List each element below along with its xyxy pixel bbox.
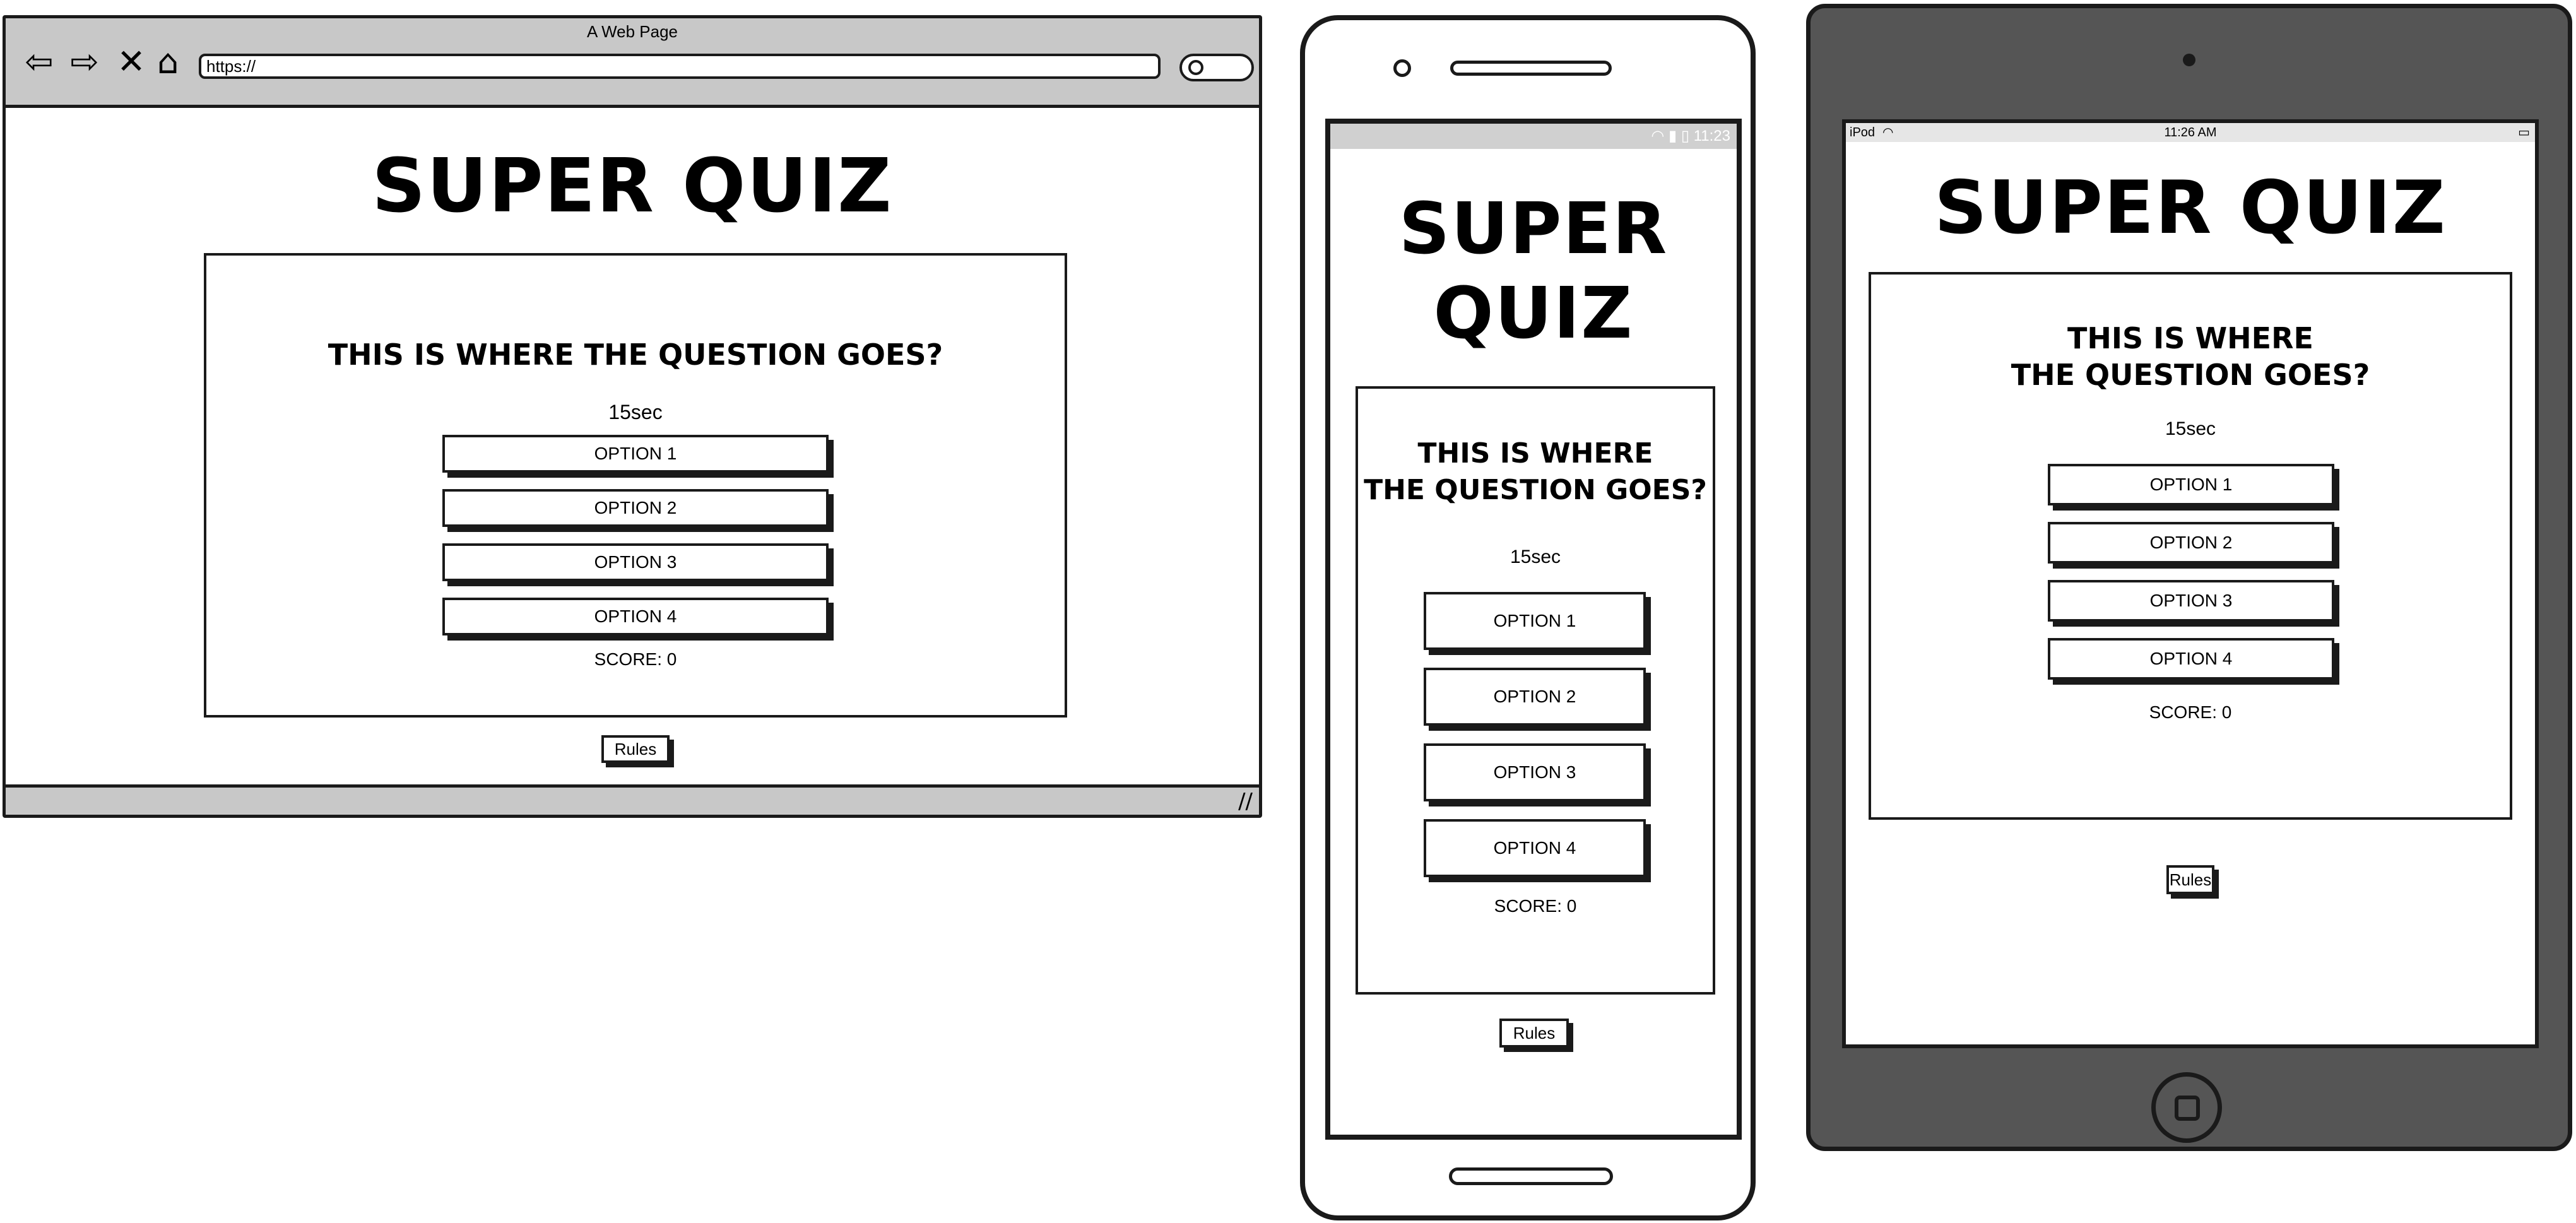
battery-icon: ▯ <box>1681 127 1690 145</box>
question-text-line-2: THE QUESTION GOES? <box>1364 474 1707 506</box>
score-text: SCORE: 0 <box>594 649 677 669</box>
status-time: 11:26 AM <box>2164 126 2217 139</box>
search-button[interactable] <box>1179 54 1254 81</box>
page-title-line-1: SUPER <box>1398 188 1669 270</box>
option-button-1[interactable]: OPTION 1 <box>1424 592 1646 650</box>
score-text: SCORE: 0 <box>2149 702 2232 722</box>
browser-status-bar: // <box>6 784 1259 815</box>
question-text: THIS IS WHERE THE QUESTION GOES? <box>328 338 943 372</box>
option-button-4[interactable]: OPTION 4 <box>2048 638 2334 680</box>
option-button-3[interactable]: OPTION 3 <box>1424 743 1646 801</box>
home-bar[interactable] <box>1449 1167 1613 1185</box>
option-button-4[interactable]: OPTION 4 <box>442 598 829 635</box>
option-button-2[interactable]: OPTION 2 <box>2048 522 2334 564</box>
tablet-status-bar: iPod ◠ 11:26 AM ▭ <box>1846 123 2535 142</box>
back-arrow-icon[interactable]: ⇦ <box>21 44 57 80</box>
home-icon[interactable]: ⌂ <box>150 44 186 80</box>
search-icon <box>1188 60 1203 75</box>
option-button-3[interactable]: OPTION 3 <box>442 543 829 581</box>
option-button-1[interactable]: OPTION 1 <box>2048 464 2334 505</box>
tablet-screen: iPod ◠ 11:26 AM ▭ SUPER QUIZ THIS IS WHE… <box>1842 119 2539 1048</box>
option-button-1[interactable]: OPTION 1 <box>442 435 829 473</box>
quiz-panel: THIS IS WHERE THE QUESTION GOES? 15sec O… <box>1356 386 1715 995</box>
rules-button[interactable]: Rules <box>1499 1019 1569 1048</box>
question-text-line-1: THIS IS WHERE <box>2067 321 2313 355</box>
camera-icon <box>1393 59 1411 77</box>
timer: 15sec <box>2165 418 2216 439</box>
camera-icon <box>2183 54 2195 66</box>
option-button-4[interactable]: OPTION 4 <box>1424 819 1646 877</box>
phone-mockup: ◠ ▮ ▯ 11:23 SUPER QUIZ THIS IS WHERE THE… <box>1300 15 1756 1220</box>
option-button-2[interactable]: OPTION 2 <box>1424 668 1646 726</box>
phone-status-bar: ◠ ▮ ▯ 11:23 <box>1330 124 1737 149</box>
score-text: SCORE: 0 <box>1494 896 1577 916</box>
desktop-browser-mockup: A Web Page ⇦ ⇨ ✕ ⌂ https:// SUPER QUIZ T… <box>3 15 1262 818</box>
home-square-icon <box>2175 1096 2200 1121</box>
page-title-line-2: QUIZ <box>1433 273 1634 355</box>
forward-arrow-icon[interactable]: ⇨ <box>66 44 103 80</box>
rules-button[interactable]: Rules <box>601 735 670 763</box>
page-title: SUPER QUIZ <box>372 142 893 229</box>
url-bar[interactable]: https:// <box>199 54 1161 79</box>
status-time: 11:23 <box>1693 127 1730 145</box>
page-title: SUPER QUIZ <box>1934 165 2447 251</box>
close-x-icon[interactable]: ✕ <box>113 44 150 80</box>
battery-icon: ▭ <box>2518 126 2530 139</box>
signal-icon: ▮ <box>1668 127 1677 145</box>
window-title: A Web Page <box>586 22 678 41</box>
resize-grip-icon[interactable]: // <box>1238 791 1253 812</box>
question-text-line-1: THIS IS WHERE <box>1417 437 1653 470</box>
timer: 15sec <box>1510 547 1561 567</box>
phone-screen: ◠ ▮ ▯ 11:23 SUPER QUIZ THIS IS WHERE THE… <box>1325 119 1742 1140</box>
question-text-line-2: THE QUESTION GOES? <box>2011 358 2370 392</box>
timer: 15sec <box>608 401 663 423</box>
home-button[interactable] <box>2151 1072 2222 1143</box>
quiz-panel: THIS IS WHERE THE QUESTION GOES? 15sec O… <box>1869 272 2512 820</box>
quiz-panel: THIS IS WHERE THE QUESTION GOES? 15sec O… <box>204 253 1067 718</box>
option-button-3[interactable]: OPTION 3 <box>2048 580 2334 622</box>
rules-button[interactable]: Rules <box>2166 865 2214 894</box>
tablet-mockup: iPod ◠ 11:26 AM ▭ SUPER QUIZ THIS IS WHE… <box>1806 4 2572 1151</box>
speaker-grille <box>1450 61 1612 76</box>
option-button-2[interactable]: OPTION 2 <box>442 489 829 527</box>
browser-toolbar: A Web Page ⇦ ⇨ ✕ ⌂ https:// <box>6 18 1259 108</box>
wifi-icon: ◠ <box>1651 127 1665 145</box>
